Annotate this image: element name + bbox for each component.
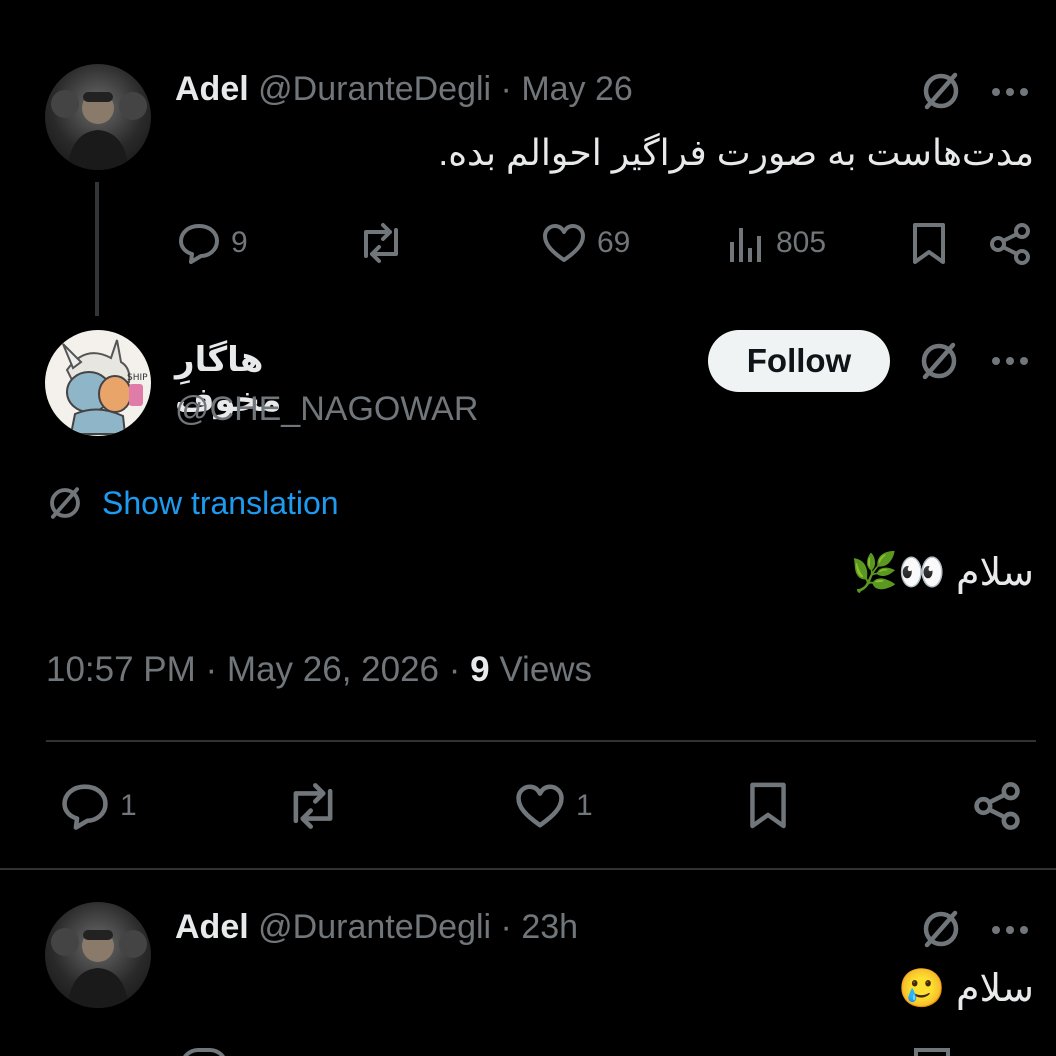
follow-button[interactable]: Follow bbox=[708, 330, 890, 392]
like-button[interactable]: 69 bbox=[541, 222, 630, 264]
share-icon[interactable] bbox=[986, 220, 1034, 268]
more-options-icon[interactable] bbox=[990, 76, 1030, 108]
bookmark-icon[interactable] bbox=[914, 1048, 950, 1056]
share-icon[interactable] bbox=[970, 778, 1024, 834]
reply-count: 1 bbox=[120, 789, 137, 822]
tweet-text: سلام 🥲 bbox=[898, 968, 1034, 1010]
svg-text:SHIP: SHIP bbox=[127, 373, 148, 383]
heart-icon bbox=[516, 784, 564, 828]
reply-count: 9 bbox=[231, 226, 248, 259]
tweet-text: مدت‌هاست به صورت فراگیر احوالم بده. bbox=[438, 132, 1034, 173]
avatar[interactable] bbox=[45, 64, 151, 170]
views-button[interactable]: 805 bbox=[726, 222, 826, 264]
more-options-icon[interactable] bbox=[990, 345, 1030, 377]
more-options-icon[interactable] bbox=[990, 914, 1030, 946]
thread-line bbox=[95, 182, 99, 316]
retweet-button[interactable] bbox=[356, 222, 406, 264]
separator: · bbox=[500, 908, 512, 946]
reply-icon bbox=[62, 784, 108, 830]
analytics-icon bbox=[730, 228, 761, 262]
reply-button[interactable]: 9 bbox=[177, 222, 248, 264]
like-button[interactable]: 1 bbox=[514, 782, 593, 830]
heart-icon bbox=[543, 224, 585, 262]
reply-icon[interactable] bbox=[180, 1048, 228, 1056]
avatar[interactable]: SHIP bbox=[45, 330, 151, 436]
tweet-text: سلام 👀🌿 bbox=[850, 552, 1034, 594]
tweet-meta: 10:57 PM · May 26, 2026 · 9 Views bbox=[46, 650, 592, 690]
bookmark-icon[interactable] bbox=[742, 778, 794, 834]
display-name[interactable]: Adel bbox=[175, 70, 249, 108]
like-count: 1 bbox=[576, 789, 593, 822]
timestamp[interactable]: 10:57 PM · May 26, 2026 · bbox=[46, 650, 460, 689]
translate-icon bbox=[50, 487, 80, 519]
divider bbox=[46, 740, 1036, 742]
show-translation-label: Show translation bbox=[102, 484, 339, 521]
tweet-header: Adel @DuranteDegli · May 26 bbox=[175, 70, 633, 109]
user-handle[interactable]: @CHE_NAGOWAR bbox=[175, 390, 478, 429]
action-row-partial bbox=[0, 1046, 1056, 1056]
display-name[interactable]: Adel bbox=[175, 908, 249, 946]
like-count: 69 bbox=[597, 226, 631, 259]
divider bbox=[0, 868, 1056, 870]
views-label: Views bbox=[499, 650, 593, 689]
views-count: 9 bbox=[470, 650, 490, 689]
follow-label: Follow bbox=[746, 342, 852, 379]
show-translation-link[interactable]: Show translation bbox=[46, 484, 339, 522]
tweet-header: Adel @DuranteDegli · 23h bbox=[175, 908, 578, 947]
tweet-time[interactable]: May 26 bbox=[521, 70, 633, 108]
translate-icon[interactable] bbox=[918, 906, 964, 952]
retweet-icon bbox=[293, 783, 333, 829]
translate-icon[interactable] bbox=[916, 338, 962, 384]
retweet-button[interactable] bbox=[284, 782, 342, 830]
views-count: 805 bbox=[776, 226, 827, 259]
retweet-icon bbox=[364, 223, 398, 263]
separator: · bbox=[500, 70, 512, 108]
user-handle[interactable]: @DuranteDegli bbox=[258, 70, 491, 108]
reply-icon bbox=[179, 224, 219, 264]
reply-button[interactable]: 1 bbox=[60, 782, 137, 830]
tweet-time[interactable]: 23h bbox=[521, 908, 578, 946]
avatar[interactable] bbox=[45, 902, 151, 1008]
bookmark-icon[interactable] bbox=[906, 220, 952, 268]
translate-icon[interactable] bbox=[918, 68, 964, 114]
user-handle[interactable]: @DuranteDegli bbox=[258, 908, 491, 946]
